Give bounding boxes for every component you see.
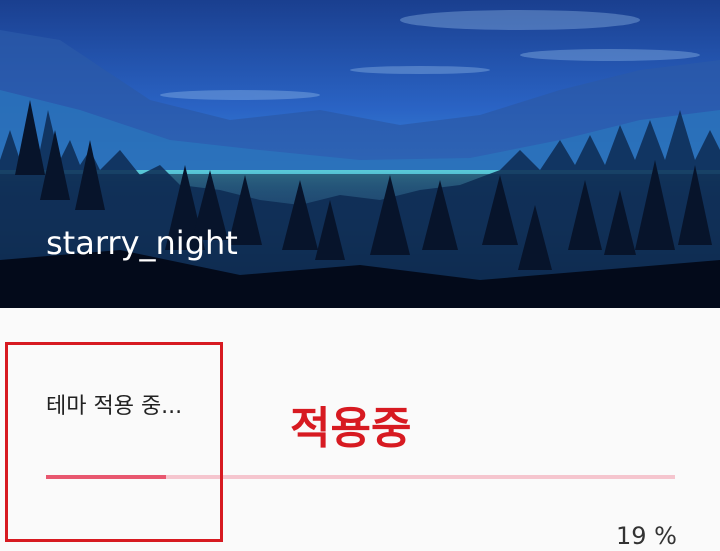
theme-preview-banner: starry_night: [0, 0, 720, 308]
annotation-label: 적용중: [290, 403, 412, 454]
theme-name-label: starry_night: [46, 224, 238, 262]
highlight-annotation-box: [5, 342, 223, 542]
progress-percent-label: 19 %: [616, 522, 677, 550]
theme-apply-screen: starry_night 테마 적용 중... 19 % 적용중: [0, 0, 720, 551]
